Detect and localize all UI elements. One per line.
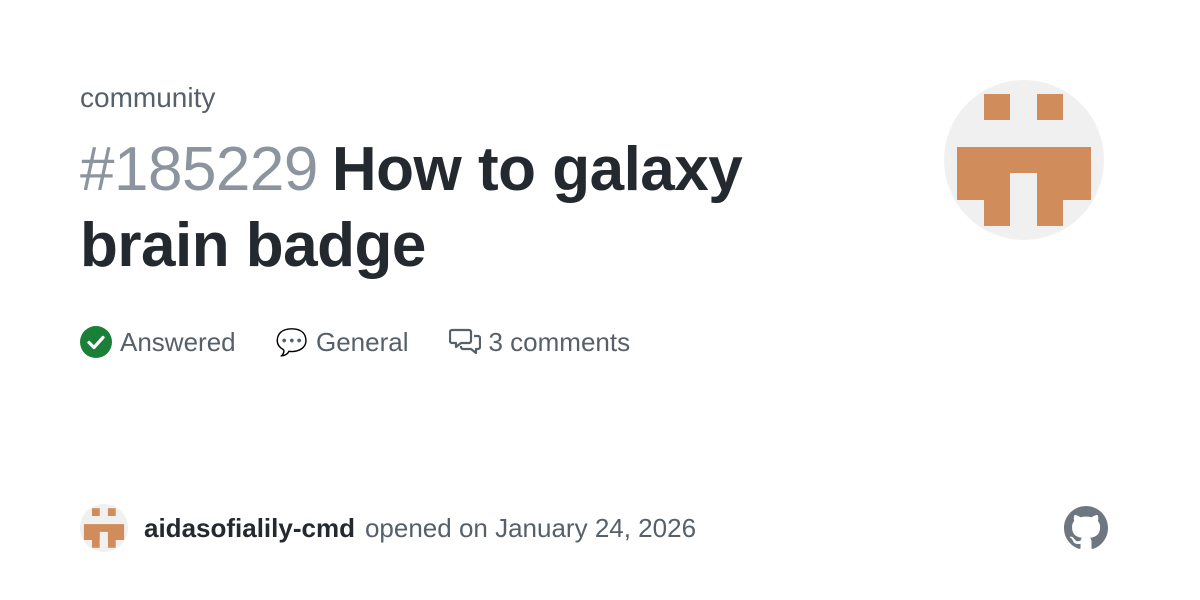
check-circle-icon xyxy=(80,326,112,358)
author-avatar-large xyxy=(944,80,1104,240)
comments-label: 3 comments xyxy=(488,326,631,357)
status-answered: Answered xyxy=(80,326,236,358)
identicon-large xyxy=(957,94,1091,226)
footer: aidasofialily-cmd opened on January 24, … xyxy=(80,504,696,552)
discussion-meta: Answered 💬 General 3 comments xyxy=(80,322,670,362)
identicon-small xyxy=(83,508,125,548)
comment-discussion-icon xyxy=(448,328,481,355)
category-label: General xyxy=(316,326,409,357)
social-card: community #185229 How to galaxy brain bad… xyxy=(0,0,1200,600)
discussion-title: #185229 How to galaxy brain badge xyxy=(80,132,880,284)
comments-count: 3 comments xyxy=(448,326,631,358)
author-avatar-small xyxy=(80,504,128,552)
opened-date: opened on January 24, 2026 xyxy=(364,512,697,543)
author-name: aidasofialily-cmd xyxy=(144,512,355,543)
discussion-number: #185229 xyxy=(80,135,318,204)
github-logo-icon xyxy=(1064,506,1108,549)
repo-name: community xyxy=(80,82,216,113)
category: 💬 General xyxy=(276,327,409,358)
status-label: Answered xyxy=(120,326,236,357)
speech-balloon-icon: 💬 xyxy=(275,327,308,357)
